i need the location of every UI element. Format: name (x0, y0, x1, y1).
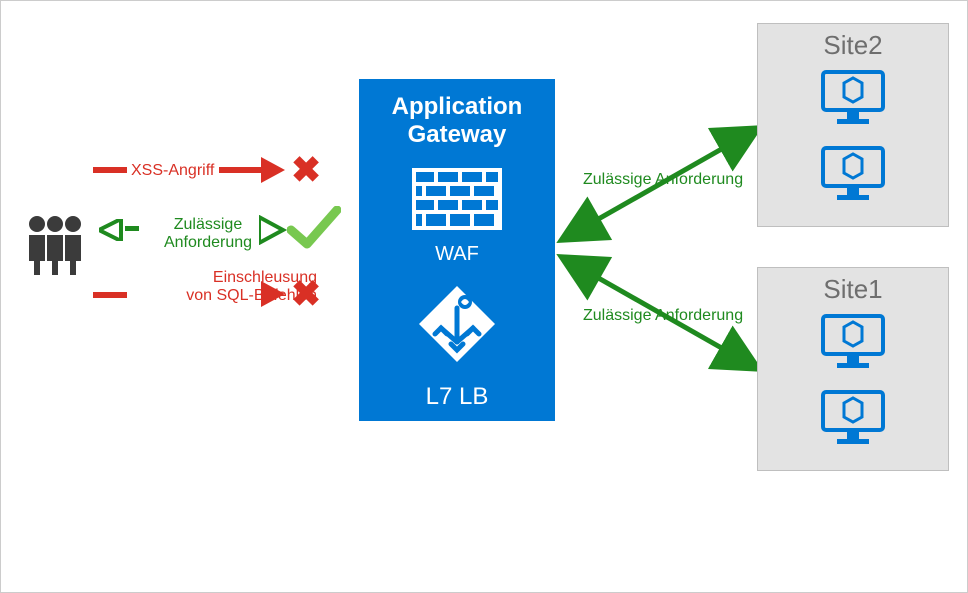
gateway-title-line1: Application (392, 93, 523, 120)
valid-request-bottom-label: Zulässige Anforderung (583, 307, 743, 325)
xss-arrowhead-icon (261, 157, 291, 183)
sql-block-icon: ✖ (291, 273, 321, 315)
gateway-title: Application Gateway (359, 79, 555, 148)
diagram-canvas: XSS-Angriff ✖ Zulässige Anforderung Eins… (0, 0, 968, 593)
vm-monitor-icon (820, 313, 886, 371)
vm-monitor-icon (820, 69, 886, 127)
valid-request-top-label: Zulässige Anforderung (583, 171, 743, 189)
sql-dash-1 (93, 292, 127, 298)
site2-panel: Site2 (757, 23, 949, 227)
waf-label: WAF (359, 243, 555, 266)
sql-arrowhead-icon (261, 281, 291, 307)
users-icon (19, 213, 91, 280)
xss-dash-2 (219, 167, 263, 173)
xss-dash-1 (93, 167, 127, 173)
site1-title: Site1 (758, 274, 948, 305)
vm-monitor-icon (820, 389, 886, 447)
checkmark-icon (287, 206, 341, 250)
load-balancer-icon (417, 284, 497, 369)
site1-panel: Site1 (757, 267, 949, 471)
xss-attack-label: XSS-Angriff (131, 162, 214, 180)
xss-block-icon: ✖ (291, 149, 321, 191)
gateway-title-line2: Gateway (408, 121, 507, 148)
firewall-icon (412, 168, 502, 235)
valid-response-arrowhead2-icon (259, 215, 289, 245)
valid-response-label-line2: Anforderung (164, 234, 252, 251)
l7-lb-label: L7 LB (359, 383, 555, 411)
site2-title: Site2 (758, 30, 948, 61)
application-gateway-box: Application Gateway (359, 79, 555, 421)
valid-response-label-line1: Zulässige (174, 216, 242, 233)
vm-monitor-icon (820, 145, 886, 203)
valid-response-arrowhead-icon (99, 219, 125, 241)
